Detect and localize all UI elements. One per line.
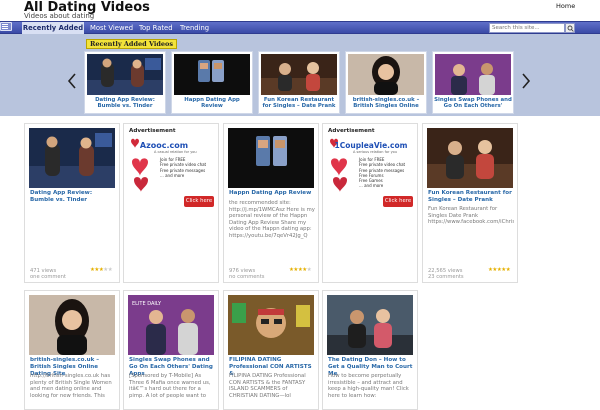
ad-features: Join for FREE Free private video chat Fr… [160, 157, 207, 178]
ad-features: Join for FREE Free private video chat Fr… [359, 157, 406, 189]
carousel-caption[interactable]: british-singles.co.uk – British Singles … [347, 97, 425, 110]
video-thumbnail[interactable] [427, 128, 513, 188]
svg-text:ELITE DAILY: ELITE DAILY [132, 301, 162, 307]
hamburger-icon[interactable] [0, 22, 12, 31]
nav-recently-added[interactable]: Recently Added [22, 22, 84, 34]
video-thumbnail[interactable] [435, 54, 511, 95]
chevron-right-icon[interactable] [520, 72, 532, 90]
video-thumbnail[interactable] [348, 54, 424, 95]
video-thumbnail[interactable]: ELITE DAILY [128, 295, 214, 355]
advertisement[interactable]: Advertisement 1CoupleaVie.com A serious … [322, 123, 418, 283]
search-input[interactable] [489, 23, 565, 33]
ad-label: Advertisement [328, 128, 375, 134]
video-card[interactable]: british-singles.co.uk – British Singles … [24, 290, 120, 410]
star-rating: ★★★★★ [90, 267, 113, 273]
video-thumbnail[interactable] [29, 295, 115, 355]
search-button[interactable] [565, 23, 575, 33]
ad-tagline: A serious relation for you [353, 150, 397, 154]
video-thumbnail[interactable] [261, 54, 337, 95]
carousel-item[interactable]: british-singles.co.uk – British Singles … [345, 51, 427, 114]
video-description: How to become perpetually irresistible –… [328, 373, 409, 399]
carousel-label: Recently Added Videos [86, 39, 178, 49]
carousel-item[interactable]: Dating App Review: Bumble vs. Tinder [84, 51, 166, 114]
ad-tagline: A casual relation for you [154, 150, 197, 154]
heart-icon [331, 158, 347, 192]
carousel-caption[interactable]: Singles Swap Phones and Go On Each Other… [434, 97, 512, 110]
ad-click-button[interactable]: Click here [184, 196, 214, 207]
carousel-item[interactable]: Happn Dating App Review [171, 51, 253, 114]
site-header: All Dating Videos Videos about dating Ho… [0, 0, 600, 21]
video-thumbnail[interactable] [87, 54, 163, 95]
nav-most-viewed[interactable]: Most Viewed [90, 22, 133, 34]
carousel-item[interactable]: Singles Swap Phones and Go On Each Other… [432, 51, 514, 114]
ad-click-button[interactable]: Click here [383, 196, 413, 207]
comment-count: one comment [30, 274, 66, 280]
video-card[interactable]: The Dating Don – How to Get a Quality Ma… [322, 290, 418, 410]
site-description: Videos about dating [24, 12, 95, 20]
star-rating: ★★★★★ [289, 267, 312, 273]
comment-count: no comments [229, 274, 265, 280]
video-card[interactable]: Happn Dating App Review the recommended … [223, 123, 319, 283]
main-nav: Recently Added Most Viewed Top Rated Tre… [0, 21, 600, 34]
video-thumbnail[interactable] [228, 128, 314, 188]
ad-brand: Azooc.com [140, 141, 188, 150]
recent-carousel: Recently Added Videos Dating App Review:… [0, 34, 600, 116]
video-description: Fun Korean Restaurant for Singles Date P… [428, 206, 514, 226]
star-rating: ★★★★★ [488, 267, 511, 273]
video-description: FILIPINA DATING Professional CON ARTISTS… [229, 373, 306, 399]
video-thumbnail[interactable] [174, 54, 250, 95]
video-title[interactable]: Fun Korean Restaurant for Singles – Date… [428, 190, 514, 204]
ad-brand: 1CoupleaVie.com [335, 141, 408, 150]
video-description: [Sponsored by T-Mobile] As Three 6 Mafia… [129, 373, 211, 399]
carousel-caption[interactable]: Dating App Review: Bumble vs. Tinder [86, 97, 164, 110]
video-title[interactable]: Happn Dating App Review [229, 190, 315, 197]
carousel-caption[interactable]: Fun Korean Restaurant for Singles – Date… [260, 97, 338, 110]
video-thumbnail[interactable] [29, 128, 115, 188]
heart-icon [132, 158, 148, 192]
chevron-left-icon[interactable] [66, 72, 78, 90]
home-link[interactable]: Home [556, 2, 575, 10]
ad-label: Advertisement [129, 128, 176, 134]
video-description: the recommended site: http://j.mp/1WMCAs… [229, 200, 315, 239]
carousel-item[interactable]: Fun Korean Restaurant for Singles – Date… [258, 51, 340, 114]
video-card[interactable]: ELITE DAILY Singles Swap Phones and Go O… [123, 290, 219, 410]
carousel-caption[interactable]: Happn Dating App Review [173, 97, 251, 110]
video-card[interactable]: Fun Korean Restaurant for Singles – Date… [422, 123, 518, 283]
video-card[interactable]: FILIPINA DATING Professional CON ARTISTS… [223, 290, 319, 410]
video-title[interactable]: Dating App Review: Bumble vs. Tinder [30, 190, 116, 204]
video-description: http://british-singles.co.uk has plenty … [30, 373, 112, 399]
video-card[interactable]: Dating App Review: Bumble vs. Tinder 471… [24, 123, 120, 283]
comment-count: 23 comments [428, 274, 464, 280]
nav-top-rated[interactable]: Top Rated [139, 22, 173, 34]
video-thumbnail[interactable] [327, 295, 413, 355]
advertisement[interactable]: Advertisement Azooc.com A casual relatio… [123, 123, 219, 283]
search-icon [567, 25, 574, 32]
nav-trending[interactable]: Trending [180, 22, 209, 34]
video-thumbnail[interactable] [228, 295, 314, 355]
